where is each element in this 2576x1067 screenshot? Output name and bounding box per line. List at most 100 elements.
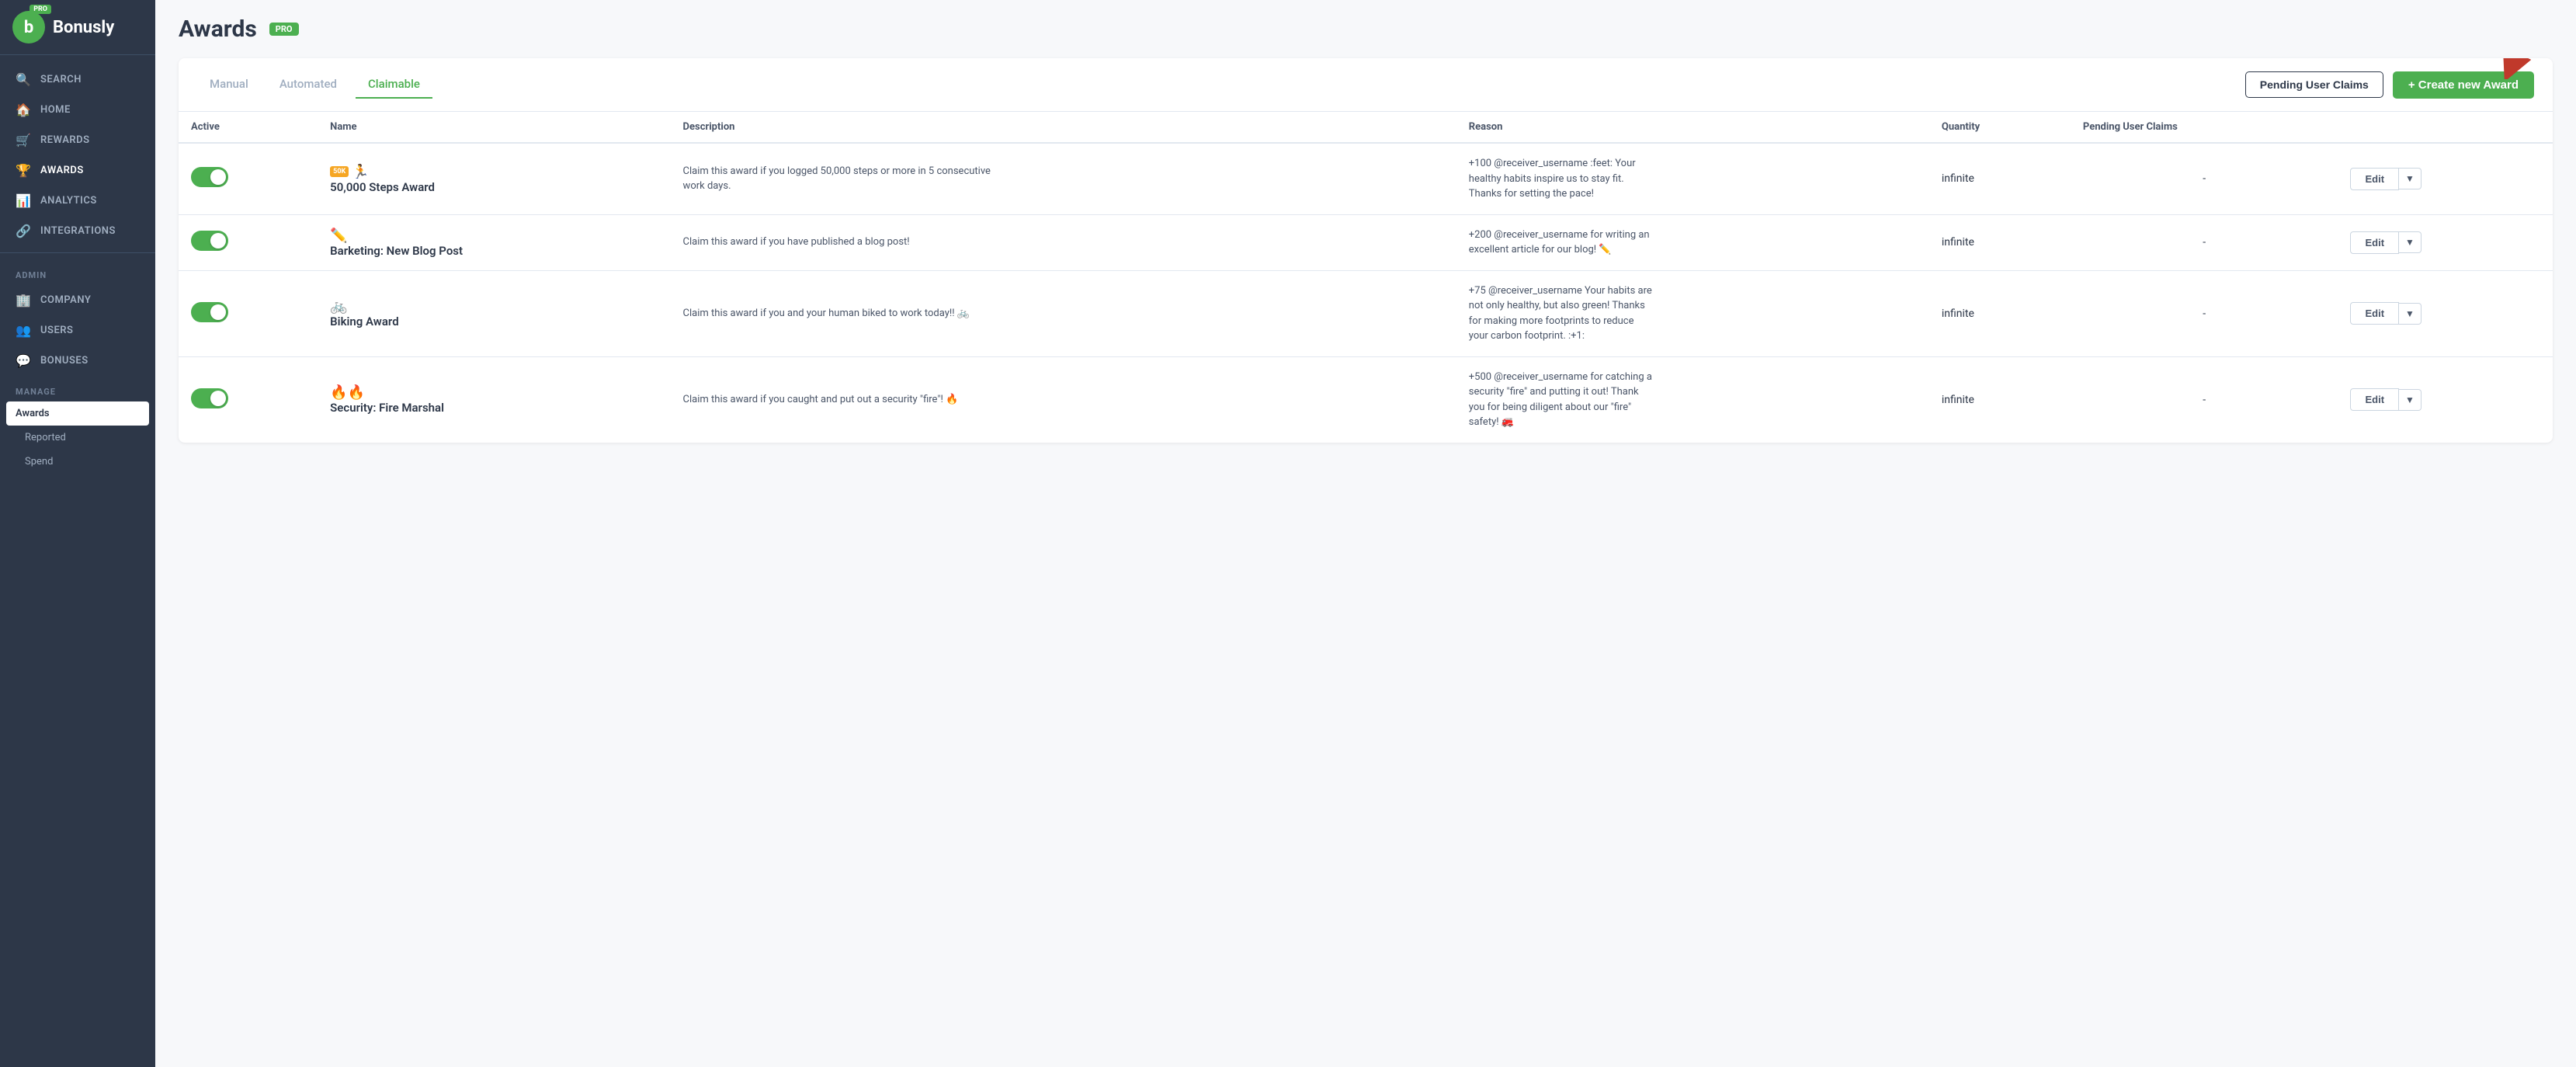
award-reason: +200 @receiver_username for writing an e… [1469,228,1655,258]
sub-item-awards[interactable]: Awards [6,401,149,426]
sidebar-item-rewards-label: REWARDS [40,134,90,146]
active-cell [179,356,318,443]
icon-name-cell: 50K🏃 50,000 Steps Award [318,143,670,214]
edit-dropdown-button[interactable]: ▼ [2399,303,2422,325]
active-cell [179,214,318,270]
award-name: Biking Award [330,315,658,328]
award-name: Barketing: New Blog Post [330,244,658,258]
active-toggle[interactable] [191,302,228,322]
sidebar-item-awards[interactable]: 🏆 AWARDS [0,155,155,186]
edit-button-group: Edit ▼ [2350,168,2540,190]
create-award-wrapper: + Create new Award [2393,71,2534,99]
active-toggle[interactable] [191,167,228,187]
awards-card: Manual Automated Claimable Pending User … [179,58,2553,443]
reason-cell: +200 @receiver_username for writing an e… [1456,214,1929,270]
tab-automated[interactable]: Automated [267,71,349,99]
sidebar-item-search-label: SEARCH [40,74,82,85]
manage-section-label: Manage [0,376,155,401]
quantity-cell: infinite [1929,143,2071,214]
col-description: Description [671,112,1456,143]
tab-claimable[interactable]: Claimable [356,71,432,99]
page-header: Awards PRO [155,0,2576,43]
sidebar-item-awards-label: AWARDS [40,165,84,176]
sidebar-item-search[interactable]: 🔍 SEARCH [0,64,155,95]
icon-cell: ✏️ [330,228,658,244]
rewards-icon: 🛒 [16,133,31,148]
icon-name-cell: ✏️ Barketing: New Blog Post [318,214,670,270]
sidebar-item-integrations[interactable]: 🔗 INTEGRATIONS [0,216,155,246]
sidebar-item-bonuses[interactable]: 💬 BONUSES [0,346,155,376]
sidebar-item-home-label: HOME [40,104,71,116]
toolbar-right: Pending User Claims + Create new Award [2245,71,2534,99]
edit-button[interactable]: Edit [2350,168,2399,190]
pending-cell: - [2071,270,2338,356]
col-active: Active [179,112,318,143]
icon-name-cell: 🔥🔥 Security: Fire Marshal [318,356,670,443]
description-cell: Claim this award if you have published a… [671,214,1456,270]
table-row: 50K🏃 50,000 Steps Award Claim this award… [179,143,2553,214]
sidebar-item-company[interactable]: 🏢 COMPANY [0,285,155,315]
active-toggle[interactable] [191,231,228,251]
edit-button[interactable]: Edit [2350,231,2399,254]
edit-button[interactable]: Edit [2350,388,2399,411]
actions-cell: Edit ▼ [2338,356,2553,443]
icon-cell: 🔥🔥 [330,384,658,401]
main-content: Awards PRO Manual Automated Claimable Pe… [155,0,2576,1067]
awards-icon: 🏆 [16,163,31,178]
edit-dropdown-button[interactable]: ▼ [2399,231,2422,253]
award-description: Claim this award if you and your human b… [683,306,1009,321]
sidebar-item-analytics[interactable]: 📊 ANALYTICS [0,186,155,216]
company-icon: 🏢 [16,293,31,308]
icon-name-cell: 🚲 Biking Award [318,270,670,356]
pending-cell: - [2071,356,2338,443]
actions-cell: Edit ▼ [2338,270,2553,356]
sidebar-nav: 🔍 SEARCH 🏠 HOME 🛒 REWARDS 🏆 AWARDS 📊 ANA… [0,55,155,1067]
actions-cell: Edit ▼ [2338,143,2553,214]
reason-cell: +500 @receiver_username for catching a s… [1456,356,1929,443]
sidebar-item-users[interactable]: 👥 USERS [0,315,155,346]
analytics-icon: 📊 [16,193,31,208]
create-award-button[interactable]: + Create new Award [2393,71,2534,99]
admin-section-label: ADMIN [0,259,155,285]
pending-cell: - [2071,214,2338,270]
reason-cell: +75 @receiver_username Your habits are n… [1456,270,1929,356]
description-cell: Claim this award if you caught and put o… [671,356,1456,443]
integrations-icon: 🔗 [16,224,31,238]
description-cell: Claim this award if you and your human b… [671,270,1456,356]
tab-manual[interactable]: Manual [197,71,261,99]
award-description: Claim this award if you logged 50,000 st… [683,164,1009,194]
sidebar: b PRO Bonusly 🔍 SEARCH 🏠 HOME 🛒 REWARDS … [0,0,155,1067]
col-reason: Reason [1456,112,1929,143]
awards-table: Active Name Description Reason Quantity … [179,112,2553,443]
award-description: Claim this award if you caught and put o… [683,392,1009,408]
bonusly-logo-text: Bonusly [53,18,114,37]
edit-button[interactable]: Edit [2350,302,2399,325]
sidebar-item-bonuses-label: BONUSES [40,355,89,367]
edit-dropdown-button[interactable]: ▼ [2399,389,2422,411]
table-row: ✏️ Barketing: New Blog Post Claim this a… [179,214,2553,270]
sub-item-spend[interactable]: Spend [0,450,155,474]
description-cell: Claim this award if you logged 50,000 st… [671,143,1456,214]
sub-item-reported[interactable]: Reported [0,426,155,450]
active-toggle[interactable] [191,388,228,408]
active-cell [179,270,318,356]
home-icon: 🏠 [16,103,31,117]
sidebar-item-integrations-label: INTEGRATIONS [40,225,116,237]
quantity-cell: infinite [1929,270,2071,356]
quantity-cell: infinite [1929,214,2071,270]
users-icon: 👥 [16,323,31,338]
sidebar-item-rewards[interactable]: 🛒 REWARDS [0,125,155,155]
award-reason: +100 @receiver_username :feet: Your heal… [1469,156,1655,202]
sidebar-item-company-label: COMPANY [40,294,91,306]
icon-cell: 🚲 [330,298,658,315]
tabs: Manual Automated Claimable [197,71,432,99]
reason-cell: +100 @receiver_username :feet: Your heal… [1456,143,1929,214]
award-reason: +500 @receiver_username for catching a s… [1469,370,1655,430]
edit-dropdown-button[interactable]: ▼ [2399,168,2422,189]
award-description: Claim this award if you have published a… [683,235,1009,250]
col-name: Name [318,112,670,143]
sidebar-item-home[interactable]: 🏠 HOME [0,95,155,125]
pending-user-claims-button[interactable]: Pending User Claims [2245,71,2383,98]
search-icon: 🔍 [16,72,31,87]
col-actions [2338,112,2553,143]
